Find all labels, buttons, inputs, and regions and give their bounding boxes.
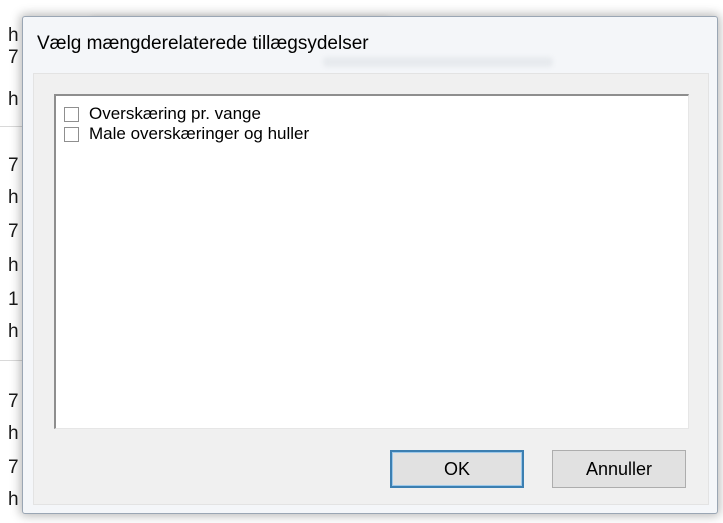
- services-checklist[interactable]: Overskæring pr. vange Male overskæringer…: [54, 94, 689, 429]
- dialog-title-bar-blur: [323, 57, 553, 67]
- ok-button[interactable]: OK: [390, 450, 524, 488]
- overskaering-checkbox[interactable]: [64, 106, 79, 122]
- background-text-fragment: 1: [8, 289, 19, 310]
- background-text-fragment: h: [8, 255, 19, 276]
- background-text-fragment: 7: [8, 47, 19, 68]
- list-item[interactable]: Overskæring pr. vange: [64, 104, 261, 124]
- background-text-fragment: h: [8, 321, 19, 342]
- select-services-dialog[interactable]: Vælg mængderelaterede tillægsydelser Ove…: [22, 16, 718, 514]
- background-text-fragment: h: [8, 187, 19, 208]
- background-text-fragment: 7: [8, 391, 19, 412]
- background-text-fragment: h: [8, 89, 19, 110]
- background-text-fragment: h: [8, 423, 19, 444]
- background-text-fragment: 7: [8, 457, 19, 478]
- dialog-title: Vælg mængderelaterede tillægsydelser: [37, 33, 369, 54]
- background-text-fragment: h: [8, 489, 19, 510]
- list-item-label: Male overskæringer og huller: [89, 124, 310, 143]
- list-item[interactable]: Male overskæringer og huller: [64, 124, 309, 144]
- list-item-label: Overskæring pr. vange: [89, 104, 261, 123]
- dialog-client-area: Overskæring pr. vange Male overskæringer…: [33, 73, 709, 505]
- background-text-fragment: 7: [8, 221, 19, 242]
- background-text-fragment: 7: [8, 155, 19, 176]
- cancel-button[interactable]: Annuller: [552, 450, 686, 488]
- background-text-fragment: h: [8, 25, 19, 46]
- male-overskaeringer-checkbox[interactable]: [64, 126, 79, 142]
